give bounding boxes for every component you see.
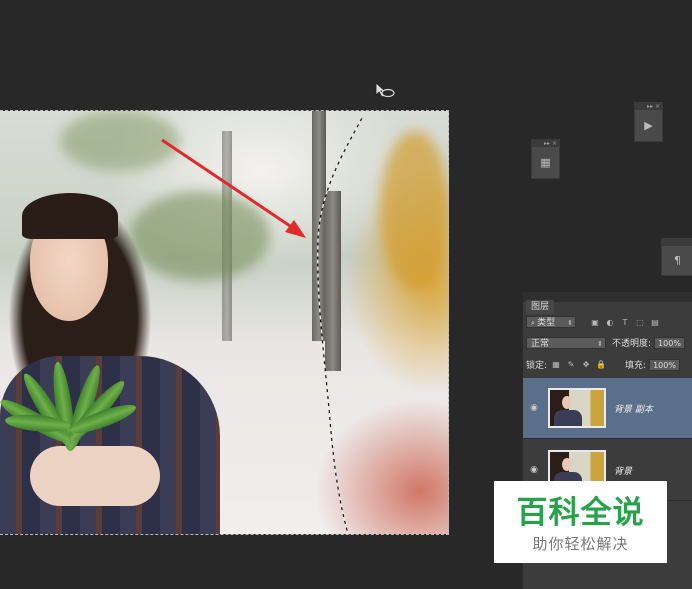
lock-all-icon[interactable]: 🔒 [596,360,606,370]
panel-icon[interactable]: ▦ [540,156,550,169]
lasso-cursor-icon [375,82,395,98]
smart-filter-icon[interactable]: ▤ [650,317,660,327]
lock-paint-icon[interactable]: ✎ [566,360,576,370]
lock-move-icon[interactable]: ✥ [581,360,591,370]
visibility-eye-icon[interactable]: ◉ [523,403,545,413]
play-icon[interactable]: ▶ [644,119,652,132]
filter-type-dropdown[interactable]: ⌕ 类型 [526,316,576,329]
layer-row-background-copy[interactable]: ◉ 背景 副本 [523,378,692,439]
opacity-field[interactable]: 100% [654,336,685,349]
paragraph-icon[interactable]: ¶ [674,254,681,267]
adjust-filter-icon[interactable]: ◐ [605,317,615,327]
pixel-filter-icon[interactable]: ▣ [590,317,600,327]
mini-panel-2[interactable]: ▸▸ × ▶ [634,102,663,142]
watermark-title: 百科全说 [516,495,645,531]
fill-field[interactable]: 100% [649,358,680,371]
fill-label: 填充: [625,361,647,371]
lock-transparency-icon[interactable]: ▦ [551,360,561,370]
lock-label: 锁定: [526,361,548,371]
blend-row: 正常 不透明度: 100% [526,336,692,350]
layer-thumbnail [548,388,606,428]
layer-name: 背景 [614,466,633,477]
text-filter-icon[interactable]: T [620,317,630,327]
lock-row: 锁定: ▦ ✎ ✥ 🔒 填充: 100% [526,358,692,371]
shape-filter-icon[interactable]: ⬚ [635,317,645,327]
layers-tab[interactable]: 图层 [526,300,555,314]
watermark-subtitle: 助你轻松解决 [532,535,629,553]
mini-panel-3[interactable]: ¶ [661,238,692,276]
watermark-logo: 百科全说 助你轻松解决 [494,481,667,563]
layer-name: 背景 副本 [614,404,653,415]
visibility-eye-icon[interactable]: ◉ [523,465,545,475]
opacity-label: 不透明度: [612,339,652,349]
mini-panel-1[interactable]: ▸▸ × ▦ [531,139,560,179]
filter-row: ⌕ 类型 ▣ ◐ T ⬚ ▤ [526,316,692,329]
blend-mode-dropdown[interactable]: 正常 [526,336,606,350]
